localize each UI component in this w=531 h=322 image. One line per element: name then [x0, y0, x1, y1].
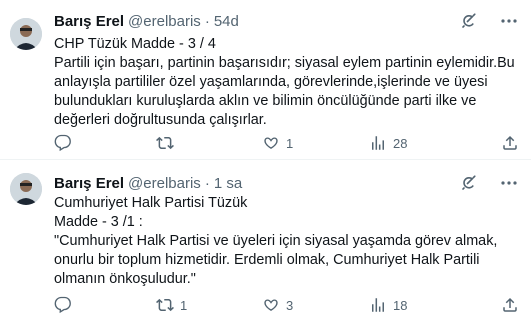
like-icon	[264, 299, 278, 311]
views-button[interactable]: 28	[369, 133, 407, 153]
grok-icon[interactable]	[459, 11, 479, 31]
reply-button[interactable]	[54, 133, 78, 153]
tweet[interactable]: Barış Erel @erelbaris · 1 sa Cumhuriyet …	[0, 160, 531, 322]
separator: ·	[204, 12, 210, 30]
views-count: 18	[393, 297, 408, 313]
share-button[interactable]	[501, 295, 519, 315]
retweet-button[interactable]	[156, 133, 180, 153]
views-count: 28	[393, 135, 408, 151]
separator: ·	[204, 174, 210, 192]
retweet-button[interactable]: 1	[156, 295, 187, 315]
author-handle[interactable]: @erelbaris	[128, 13, 201, 30]
tweet-actions: 1 28	[54, 133, 519, 153]
tweet-text: CHP Tüzük Madde - 3 / 4 Partili için baş…	[54, 36, 515, 128]
share-icon	[503, 135, 517, 150]
retweet-icon	[156, 136, 174, 150]
reply-icon	[54, 296, 71, 314]
like-count: 3	[286, 297, 294, 313]
author-name[interactable]: Barış Erel	[54, 13, 124, 30]
like-icon	[264, 137, 278, 149]
like-button[interactable]: 3	[262, 295, 293, 315]
author-name[interactable]: Barış Erel	[54, 175, 124, 192]
views-icon	[372, 298, 384, 312]
like-button[interactable]: 1	[262, 133, 293, 153]
tweet-header: Barış Erel @erelbaris · 1 sa	[54, 173, 242, 193]
tweet-text: Cumhuriyet Halk Partisi Tüzük Madde - 3 …	[54, 195, 498, 287]
share-button[interactable]	[501, 133, 519, 153]
more-icon[interactable]	[499, 173, 519, 193]
views-icon	[372, 136, 384, 150]
tweet-actions: 1 3 18	[54, 295, 519, 315]
reply-icon	[54, 134, 71, 152]
timestamp[interactable]: 54d	[214, 13, 239, 30]
avatar[interactable]	[10, 173, 42, 205]
share-icon	[503, 297, 517, 312]
like-count: 1	[286, 135, 294, 151]
retweet-icon	[156, 298, 174, 312]
reply-button[interactable]	[54, 295, 78, 315]
tweet-header: Barış Erel @erelbaris · 54d	[54, 11, 239, 31]
author-handle[interactable]: @erelbaris	[128, 175, 201, 192]
retweet-count: 1	[180, 297, 188, 313]
timestamp[interactable]: 1 sa	[214, 175, 242, 192]
more-icon[interactable]	[499, 11, 519, 31]
grok-icon[interactable]	[459, 173, 479, 193]
avatar[interactable]	[10, 18, 42, 50]
tweet[interactable]: Barış Erel @erelbaris · 54d CHP Tüzük Ma…	[0, 0, 531, 160]
views-button[interactable]: 18	[369, 295, 407, 315]
